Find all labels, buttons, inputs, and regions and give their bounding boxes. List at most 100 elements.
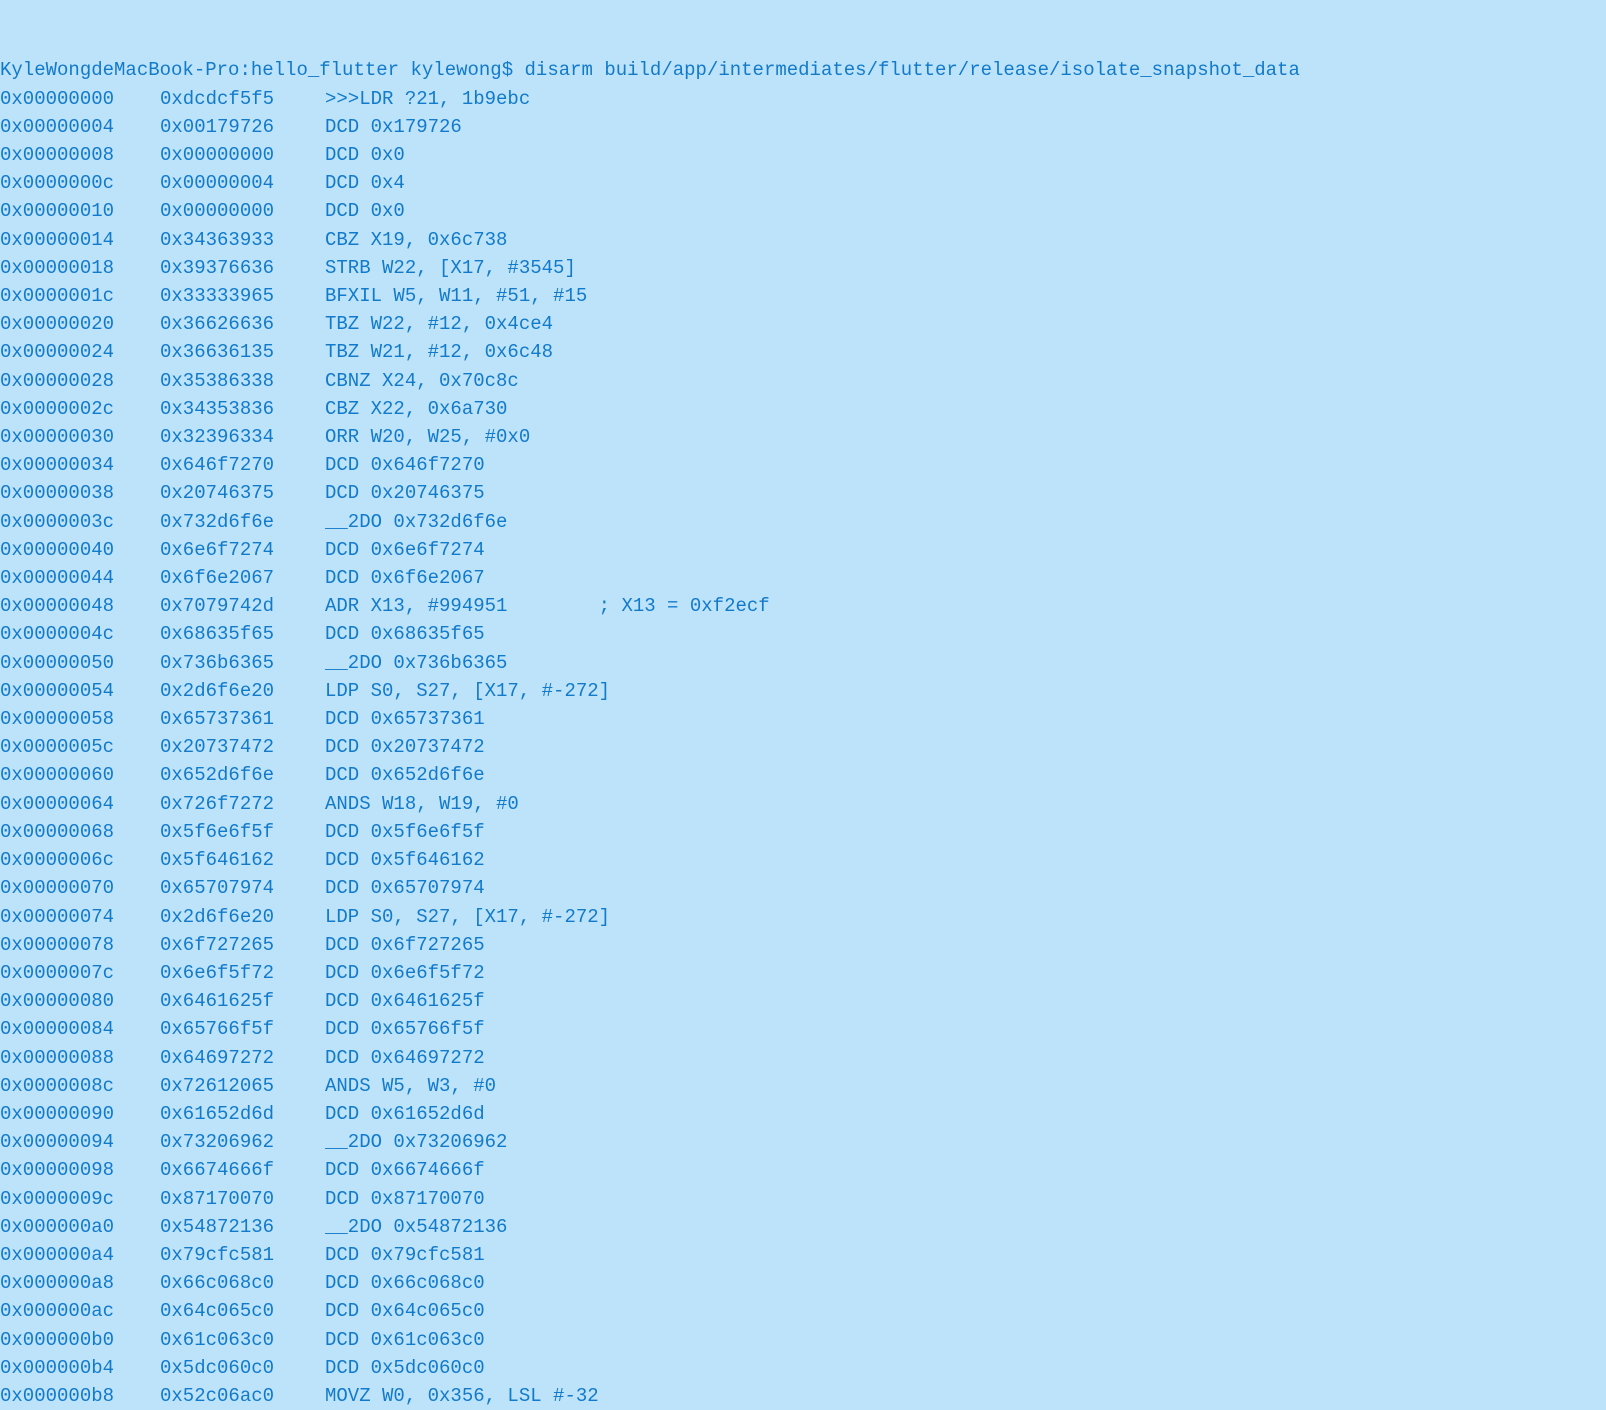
opcode: 0x66c068c0 — [160, 1269, 325, 1297]
disasm-row: 0x000000b00x61c063c0DCD 0x61c063c0 — [0, 1326, 1606, 1354]
disasm-row: 0x000000900x61652d6dDCD 0x61652d6d — [0, 1100, 1606, 1128]
disasm-row: 0x000000340x646f7270DCD 0x646f7270 — [0, 451, 1606, 479]
address: 0x000000b4 — [0, 1354, 160, 1382]
opcode: 0x64697272 — [160, 1044, 325, 1072]
disasm-row: 0x000000840x65766f5fDCD 0x65766f5f — [0, 1015, 1606, 1043]
address: 0x00000020 — [0, 310, 160, 338]
disasm-row: 0x000000640x726f7272ANDS W18, W19, #0 — [0, 790, 1606, 818]
disasm-row: 0x0000009c0x87170070DCD 0x87170070 — [0, 1185, 1606, 1213]
disasm-row: 0x000000480x7079742dADR X13, #994951 ; X… — [0, 592, 1606, 620]
address: 0x00000080 — [0, 987, 160, 1015]
opcode: 0x6f727265 — [160, 931, 325, 959]
instruction: DCD 0x64c065c0 — [325, 1297, 485, 1325]
instruction: DCD 0x6674666f — [325, 1156, 485, 1184]
address: 0x00000038 — [0, 479, 160, 507]
disasm-row: 0x000000400x6e6f7274DCD 0x6e6f7274 — [0, 536, 1606, 564]
instruction: DCD 0x65707974 — [325, 874, 485, 902]
opcode: 0x6674666f — [160, 1156, 325, 1184]
address: 0x00000054 — [0, 677, 160, 705]
instruction: DCD 0x20737472 — [325, 733, 485, 761]
address: 0x00000070 — [0, 874, 160, 902]
instruction: DCD 0x6f727265 — [325, 931, 485, 959]
user: kylewong$ — [410, 59, 513, 81]
disassembly-rows: 0x000000000xdcdcf5f5>>>LDR ?21, 1b9ebc0x… — [0, 85, 1606, 1410]
opcode: 0x34363933 — [160, 226, 325, 254]
opcode: 0x652d6f6e — [160, 761, 325, 789]
disasm-row: 0x000000980x6674666fDCD 0x6674666f — [0, 1156, 1606, 1184]
disasm-row: 0x000000380x20746375DCD 0x20746375 — [0, 479, 1606, 507]
opcode: 0x72612065 — [160, 1072, 325, 1100]
opcode: 0x79cfc581 — [160, 1241, 325, 1269]
host: KyleWongdeMacBook-Pro: — [0, 59, 251, 81]
address: 0x0000006c — [0, 846, 160, 874]
opcode: 0x33333965 — [160, 282, 325, 310]
address: 0x00000098 — [0, 1156, 160, 1184]
command: disarm build/app/intermediates/flutter/r… — [525, 59, 1300, 81]
opcode: 0x20737472 — [160, 733, 325, 761]
instruction: DCD 0x65737361 — [325, 705, 485, 733]
instruction: DCD 0x87170070 — [325, 1185, 485, 1213]
opcode: 0x646f7270 — [160, 451, 325, 479]
instruction: DCD 0x0 — [325, 197, 405, 225]
address: 0x00000060 — [0, 761, 160, 789]
disasm-row: 0x000000ac0x64c065c0DCD 0x64c065c0 — [0, 1297, 1606, 1325]
instruction: BFXIL W5, W11, #51, #15 — [325, 282, 587, 310]
disasm-row: 0x000000a40x79cfc581DCD 0x79cfc581 — [0, 1241, 1606, 1269]
opcode: 0x52c06ac0 — [160, 1382, 325, 1410]
instruction: DCD 0x5f6e6f5f — [325, 818, 485, 846]
opcode: 0x732d6f6e — [160, 508, 325, 536]
disasm-row: 0x000000a00x54872136__2DO 0x54872136 — [0, 1213, 1606, 1241]
address: 0x000000a0 — [0, 1213, 160, 1241]
opcode: 0x87170070 — [160, 1185, 325, 1213]
address: 0x000000a8 — [0, 1269, 160, 1297]
instruction: __2DO 0x73206962 — [325, 1128, 507, 1156]
disasm-row: 0x000000540x2d6f6e20LDP S0, S27, [X17, #… — [0, 677, 1606, 705]
instruction: DCD 0x61c063c0 — [325, 1326, 485, 1354]
disasm-row: 0x000000b80x52c06ac0MOVZ W0, 0x356, LSL … — [0, 1382, 1606, 1410]
address: 0x00000000 — [0, 85, 160, 113]
opcode: 0x36636135 — [160, 338, 325, 366]
instruction: __2DO 0x54872136 — [325, 1213, 507, 1241]
address: 0x00000050 — [0, 649, 160, 677]
opcode: 0x54872136 — [160, 1213, 325, 1241]
instruction: DCD 0x65766f5f — [325, 1015, 485, 1043]
disasm-row: 0x000000700x65707974DCD 0x65707974 — [0, 874, 1606, 902]
disasm-row: 0x000000500x736b6365__2DO 0x736b6365 — [0, 649, 1606, 677]
disasm-row: 0x0000008c0x72612065ANDS W5, W3, #0 — [0, 1072, 1606, 1100]
disasm-row: 0x000000000xdcdcf5f5>>>LDR ?21, 1b9ebc — [0, 85, 1606, 113]
disasm-row: 0x000000680x5f6e6f5fDCD 0x5f6e6f5f — [0, 818, 1606, 846]
instruction: DCD 0x5f646162 — [325, 846, 485, 874]
address: 0x00000068 — [0, 818, 160, 846]
instruction: DCD 0x646f7270 — [325, 451, 485, 479]
instruction: __2DO 0x732d6f6e — [325, 508, 507, 536]
opcode: 0x2d6f6e20 — [160, 903, 325, 931]
terminal-output[interactable]: KyleWongdeMacBook-Pro:hello_flutter kyle… — [0, 0, 1606, 1410]
instruction: STRB W22, [X17, #3545] — [325, 254, 576, 282]
address: 0x00000090 — [0, 1100, 160, 1128]
opcode: 0x35386338 — [160, 367, 325, 395]
address: 0x000000a4 — [0, 1241, 160, 1269]
disasm-row: 0x0000006c0x5f646162DCD 0x5f646162 — [0, 846, 1606, 874]
address: 0x00000034 — [0, 451, 160, 479]
disasm-row: 0x000000100x00000000DCD 0x0 — [0, 197, 1606, 225]
address: 0x00000018 — [0, 254, 160, 282]
opcode: 0x65737361 — [160, 705, 325, 733]
instruction: DCD 0x64697272 — [325, 1044, 485, 1072]
address: 0x00000088 — [0, 1044, 160, 1072]
disasm-row: 0x000000580x65737361DCD 0x65737361 — [0, 705, 1606, 733]
instruction: DCD 0x6e6f7274 — [325, 536, 485, 564]
disasm-row: 0x000000200x36626636TBZ W22, #12, 0x4ce4 — [0, 310, 1606, 338]
address: 0x0000000c — [0, 169, 160, 197]
opcode: 0x5f646162 — [160, 846, 325, 874]
instruction: __2DO 0x736b6365 — [325, 649, 507, 677]
instruction: MOVZ W0, 0x356, LSL #-32 — [325, 1382, 599, 1410]
address: 0x0000003c — [0, 508, 160, 536]
disasm-row: 0x000000300x32396334ORR W20, W25, #0x0 — [0, 423, 1606, 451]
instruction: LDP S0, S27, [X17, #-272] — [325, 903, 610, 931]
disasm-row: 0x000000140x34363933CBZ X19, 0x6c738 — [0, 226, 1606, 254]
instruction: DCD 0x179726 — [325, 113, 462, 141]
opcode: 0x36626636 — [160, 310, 325, 338]
opcode: 0x32396334 — [160, 423, 325, 451]
disasm-row: 0x000000a80x66c068c0DCD 0x66c068c0 — [0, 1269, 1606, 1297]
disasm-row: 0x000000800x6461625fDCD 0x6461625f — [0, 987, 1606, 1015]
